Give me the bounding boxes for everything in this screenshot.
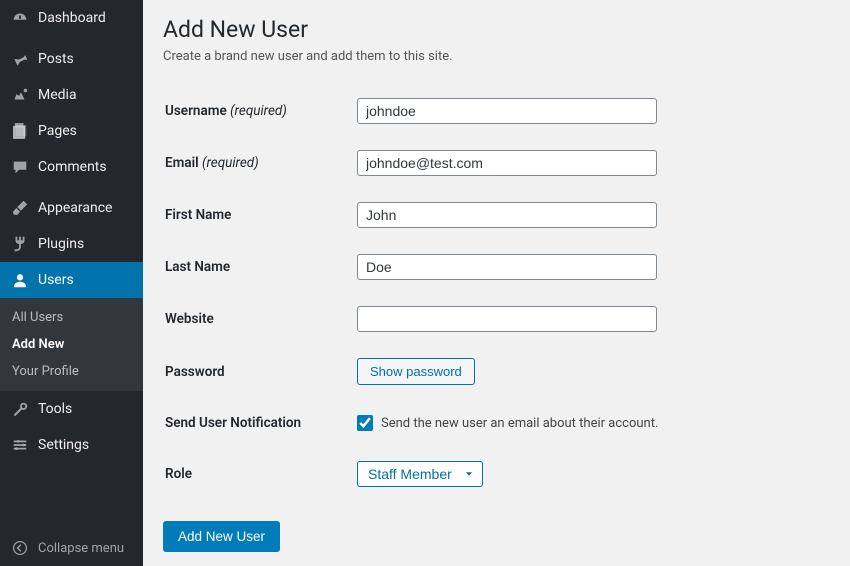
sidebar-label: Pages [38, 123, 77, 139]
collapse-menu[interactable]: Collapse menu [0, 530, 143, 566]
password-label: Password [165, 346, 355, 397]
sidebar-label: Plugins [38, 236, 84, 252]
sidebar-label: Posts [38, 51, 74, 67]
notification-description: Send the new user an email about their a… [381, 416, 658, 431]
user-form: Username (required) Email (required) Fir… [163, 84, 830, 501]
role-label: Role [165, 449, 355, 499]
last-name-label: Last Name [165, 242, 355, 292]
email-input[interactable] [357, 150, 657, 176]
submit-button[interactable]: Add New User [163, 521, 280, 552]
sidebar-item-pages[interactable]: Pages [0, 113, 143, 149]
sidebar-item-media[interactable]: Media [0, 77, 143, 113]
sidebar-item-settings[interactable]: Settings [0, 427, 143, 463]
website-label: Website [165, 294, 355, 344]
page-title: Add New User [163, 16, 830, 43]
sidebar-item-appearance[interactable]: Appearance [0, 190, 143, 226]
sliders-icon [10, 435, 30, 455]
submenu-your-profile[interactable]: Your Profile [0, 358, 143, 385]
last-name-input[interactable] [357, 254, 657, 280]
notification-checkbox[interactable] [357, 415, 373, 431]
collapse-label: Collapse menu [38, 541, 124, 556]
username-label: Username (required) [165, 86, 355, 136]
sidebar-item-dashboard[interactable]: Dashboard [0, 0, 143, 36]
admin-sidebar: Dashboard Posts Media Pages Comments App… [0, 0, 143, 566]
submenu-add-new[interactable]: Add New [0, 331, 143, 358]
first-name-input[interactable] [357, 202, 657, 228]
first-name-label: First Name [165, 190, 355, 240]
sidebar-label: Comments [38, 159, 107, 175]
collapse-icon [10, 538, 30, 558]
dashboard-icon [10, 8, 30, 28]
sidebar-item-users[interactable]: Users [0, 262, 143, 298]
sidebar-item-plugins[interactable]: Plugins [0, 226, 143, 262]
users-submenu: All Users Add New Your Profile [0, 298, 143, 391]
wrench-icon [10, 399, 30, 419]
sidebar-label: Tools [38, 401, 72, 417]
page-subheading: Create a brand new user and add them to … [163, 49, 830, 64]
notification-checkbox-wrap[interactable]: Send the new user an email about their a… [357, 415, 828, 431]
pin-icon [10, 49, 30, 69]
username-input[interactable] [357, 98, 657, 124]
media-icon [10, 85, 30, 105]
sidebar-label: Settings [38, 437, 89, 453]
plug-icon [10, 234, 30, 254]
sidebar-label: Users [38, 272, 74, 288]
sidebar-item-tools[interactable]: Tools [0, 391, 143, 427]
notification-label: Send User Notification [165, 399, 355, 447]
user-icon [10, 270, 30, 290]
brush-icon [10, 198, 30, 218]
show-password-button[interactable]: Show password [357, 358, 475, 385]
main-content: Add New User Create a brand new user and… [143, 0, 850, 566]
sidebar-label: Dashboard [38, 10, 106, 26]
sidebar-label: Appearance [38, 200, 112, 216]
submenu-all-users[interactable]: All Users [0, 304, 143, 331]
website-input[interactable] [357, 306, 657, 332]
sidebar-item-comments[interactable]: Comments [0, 149, 143, 185]
pages-icon [10, 121, 30, 141]
role-select[interactable]: Staff Member [357, 461, 483, 487]
comment-icon [10, 157, 30, 177]
sidebar-item-posts[interactable]: Posts [0, 41, 143, 77]
email-label: Email (required) [165, 138, 355, 188]
sidebar-label: Media [38, 87, 77, 103]
